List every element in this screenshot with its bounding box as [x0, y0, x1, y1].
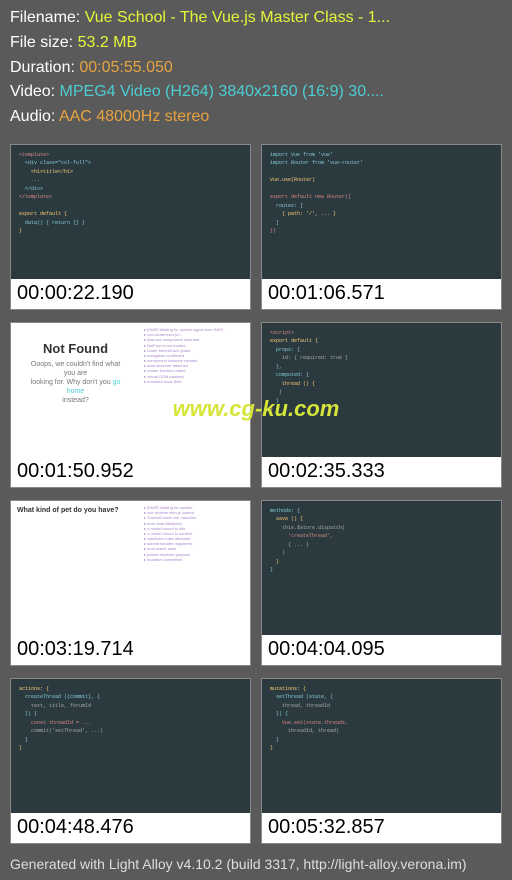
thumbnail-image: methods: { save () { this.$store.dispatc… — [262, 501, 501, 635]
video-value: MPEG4 Video (H264) 3840x2160 (16:9) 30..… — [60, 83, 384, 100]
pet-question: What kind of pet do you have? — [17, 507, 134, 514]
audio-row: Audio: AAC 48000Hz stereo — [10, 105, 502, 130]
thumbnail-image: mutations: { setThread (state, { thread,… — [262, 679, 501, 813]
filename-row: Filename: Vue School - The Vue.js Master… — [10, 6, 502, 31]
thumbnail[interactable]: <script> export default { props: { id: {… — [261, 322, 502, 488]
code-preview: import Vue from 'vue' import Router from… — [262, 145, 501, 279]
thumbnail-grid-wrap: <template> <div class="col-full"> <h1>ti… — [0, 140, 512, 850]
thumbnail-image: actions: { createThread ({commit}, { tex… — [11, 679, 250, 813]
code-preview: mutations: { setThread (state, { thread,… — [262, 679, 501, 813]
thumbnail[interactable]: <template> <div class="col-full"> <h1>ti… — [10, 144, 251, 310]
thumbnail-timestamp: 00:04:48.476 — [11, 813, 250, 843]
code-preview: <template> <div class="col-full"> <h1>ti… — [11, 145, 250, 279]
video-row: Video: MPEG4 Video (H264) 3840x2160 (16:… — [10, 80, 502, 105]
audio-value: AAC 48000Hz stereo — [59, 108, 209, 125]
thumbnail[interactable]: methods: { save () { this.$store.dispatc… — [261, 500, 502, 666]
audio-label: Audio: — [10, 108, 59, 125]
footer-text: Generated with Light Alloy v4.10.2 (buil… — [0, 850, 512, 880]
notfound-text: instead? — [62, 397, 88, 404]
notfound-text: Ooops, we couldn't find what you are — [31, 361, 120, 377]
thumbnail-timestamp: 00:05:32.857 — [262, 813, 501, 843]
thumbnail-image: import Vue from 'vue' import Router from… — [262, 145, 501, 279]
thumbnail[interactable]: actions: { createThread ({commit}, { tex… — [10, 678, 251, 844]
thumbnail[interactable]: mutations: { setThread (state, { thread,… — [261, 678, 502, 844]
filename-label: Filename: — [10, 9, 85, 26]
code-preview: <script> export default { props: { id: {… — [262, 323, 501, 457]
video-label: Video: — [10, 83, 60, 100]
thumbnail-timestamp: 00:02:35.333 — [262, 457, 501, 487]
thumbnail-timestamp: 00:00:22.190 — [11, 279, 250, 309]
info-header: Filename: Vue School - The Vue.js Master… — [0, 0, 512, 140]
duration-row: Duration: 00:05:55.050 — [10, 56, 502, 81]
thumbnail[interactable]: Not Found Ooops, we couldn't find what y… — [10, 322, 251, 488]
devtools-panel: ▸ [HMR] Waiting for update...▸ vue.runti… — [140, 501, 250, 635]
thumbnail-timestamp: 00:01:50.952 — [11, 457, 250, 487]
duration-value: 00:05:55.050 — [79, 59, 172, 76]
thumbnail-image: Not Found Ooops, we couldn't find what y… — [11, 323, 250, 457]
thumbnail-image: What kind of pet do you have? ▸ [HMR] Wa… — [11, 501, 250, 635]
thumbnail-image: <script> export default { props: { id: {… — [262, 323, 501, 457]
filesize-label: File size: — [10, 34, 78, 51]
notfound-title: Not Found — [25, 341, 126, 356]
notfound-text: looking for. Why don't you — [31, 379, 113, 386]
filesize-row: File size: 53.2 MB — [10, 31, 502, 56]
devtools-panel: ▸ [HMR] Waiting for update signal from W… — [140, 323, 250, 457]
thumbnail[interactable]: import Vue from 'vue' import Router from… — [261, 144, 502, 310]
thumbnail-timestamp: 00:03:19.714 — [11, 635, 250, 665]
thumbnail[interactable]: What kind of pet do you have? ▸ [HMR] Wa… — [10, 500, 251, 666]
thumbnail-image: <template> <div class="col-full"> <h1>ti… — [11, 145, 250, 279]
thumbnail-timestamp: 00:01:06.571 — [262, 279, 501, 309]
code-preview: actions: { createThread ({commit}, { tex… — [11, 679, 250, 813]
thumbnail-grid: <template> <div class="col-full"> <h1>ti… — [0, 140, 512, 850]
filesize-value: 53.2 MB — [78, 34, 138, 51]
notfound-panel: Not Found Ooops, we couldn't find what y… — [17, 329, 134, 417]
filename-value: Vue School - The Vue.js Master Class - 1… — [85, 9, 390, 26]
thumbnail-timestamp: 00:04:04.095 — [262, 635, 501, 665]
duration-label: Duration: — [10, 59, 79, 76]
code-preview: methods: { save () { this.$store.dispatc… — [262, 501, 501, 635]
